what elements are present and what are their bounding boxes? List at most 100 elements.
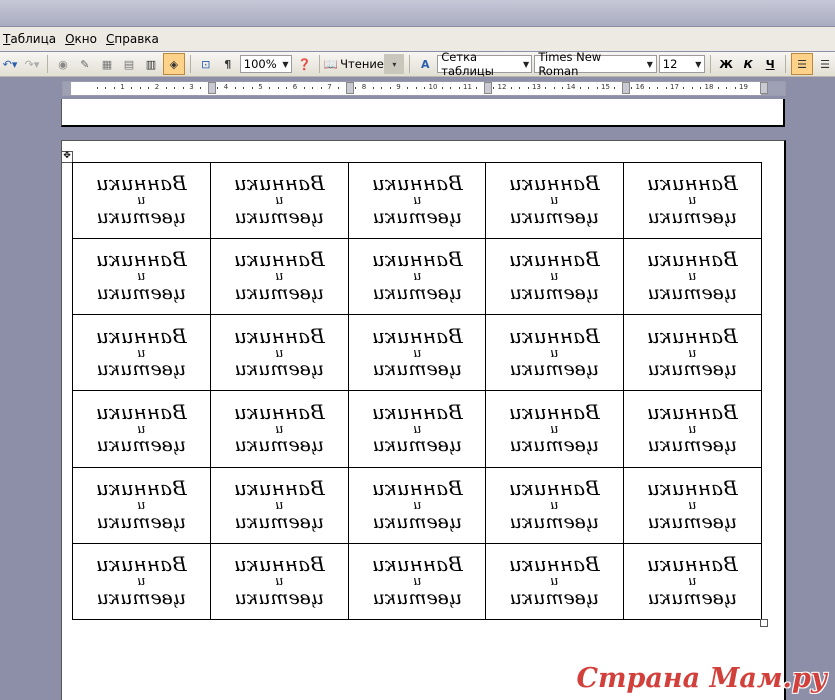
- label-line-1: Ванники: [647, 323, 738, 348]
- show-formatting-icon[interactable]: ¶: [218, 54, 238, 74]
- chevron-down-icon[interactable]: ▼: [521, 56, 531, 72]
- insert-excel-icon[interactable]: ▤: [119, 54, 139, 74]
- table-cell[interactable]: Ванники и цветики: [72, 542, 211, 621]
- table-cell[interactable]: Ванники и цветики: [485, 161, 625, 240]
- ruler-tick-dot: [519, 87, 521, 89]
- table-resize-handle[interactable]: [760, 619, 768, 627]
- label-line-1: Ванники: [96, 552, 187, 577]
- chevron-down-icon[interactable]: ▼: [644, 56, 656, 72]
- styles-icon[interactable]: A: [415, 54, 435, 74]
- mirrored-label: Ванники и цветики: [234, 476, 325, 533]
- label-line-3: цветики: [510, 586, 600, 609]
- table-cell[interactable]: Ванники и цветики: [623, 314, 762, 392]
- table-cell[interactable]: Ванники и цветики: [623, 238, 762, 316]
- label-line-1: Ванники: [96, 323, 187, 348]
- mirrored-label: Ванники и цветики: [509, 476, 600, 533]
- mirrored-label: Ванники и цветики: [372, 552, 463, 609]
- label-line-3: цветики: [234, 205, 324, 228]
- table-cell[interactable]: Ванники и цветики: [209, 238, 349, 316]
- ruler-column-marker[interactable]: [208, 82, 216, 94]
- chevron-down-icon[interactable]: ▼: [279, 56, 291, 72]
- table-cell[interactable]: Ванники и цветики: [485, 390, 625, 468]
- ruler-column-marker[interactable]: [622, 82, 630, 94]
- table-cell[interactable]: Ванники и цветики: [623, 161, 762, 240]
- undo-icon[interactable]: ↶▾: [0, 54, 20, 74]
- table-cell[interactable]: Ванники и цветики: [72, 314, 211, 392]
- menu-table[interactable]: Таблица: [0, 32, 62, 46]
- document-map-icon[interactable]: ⊡: [196, 54, 216, 74]
- table-cell[interactable]: Ванники и цветики: [623, 390, 762, 468]
- chevron-down-icon[interactable]: ▼: [692, 56, 704, 72]
- drawing-icon[interactable]: ◈: [162, 53, 185, 75]
- table-cell[interactable]: Ванники и цветики: [623, 466, 762, 544]
- table-row: Ванники и цветики Ванники и цветики Ванники и цв…: [72, 238, 762, 316]
- label-line-3: цветики: [234, 510, 324, 533]
- table-cell[interactable]: Ванники и цветики: [347, 238, 487, 316]
- menu-help[interactable]: Справка: [103, 32, 165, 46]
- ruler-tick-dot: [562, 87, 564, 89]
- ruler-column-marker[interactable]: [346, 82, 354, 94]
- table-cell[interactable]: Ванники и цветики: [485, 314, 625, 392]
- toolbar-separator: [319, 55, 321, 73]
- ruler-tick-dot: [441, 87, 443, 89]
- italic-button[interactable]: К: [738, 54, 758, 74]
- reading-mode-label: Чтение: [340, 57, 384, 71]
- table-cell[interactable]: Ванники и цветики: [347, 314, 487, 392]
- mirrored-label: Ванники и цветики: [647, 171, 738, 228]
- ruler-tick-dot: [105, 87, 107, 89]
- font-combo[interactable]: Times New Roman ▼: [534, 50, 657, 78]
- underline-button[interactable]: Ч: [760, 54, 780, 74]
- label-line-1: Ванники: [371, 399, 463, 424]
- table-cell[interactable]: Ванники и цветики: [72, 161, 211, 240]
- hyperlink-icon[interactable]: ◉: [53, 54, 73, 74]
- table-cell[interactable]: Ванники и цветики: [347, 161, 487, 240]
- table-cell[interactable]: Ванники и цветики: [72, 390, 211, 468]
- ruler-tick-dot: [588, 87, 590, 89]
- menu-window[interactable]: Окно: [62, 32, 103, 46]
- table-cell[interactable]: Ванники и цветики: [209, 390, 349, 468]
- ruler-tick-label: 14: [566, 83, 576, 91]
- ruler-tick-dot: [381, 87, 383, 89]
- table-cell[interactable]: Ванники и цветики: [209, 466, 349, 544]
- table-cell[interactable]: Ванники и цветики: [347, 390, 487, 468]
- align-left-icon[interactable]: ☰: [791, 53, 814, 75]
- mirrored-label: Ванники и цветики: [509, 552, 600, 609]
- ruler-column-marker[interactable]: [484, 82, 492, 94]
- table-cell[interactable]: Ванники и цветики: [209, 314, 349, 392]
- zoom-combo[interactable]: 100% ▼: [239, 55, 293, 73]
- columns-icon[interactable]: ▥: [141, 54, 161, 74]
- align-center-icon[interactable]: ☰: [815, 54, 835, 74]
- redo-icon[interactable]: ↷▾: [22, 54, 42, 74]
- insert-table-icon[interactable]: ▦: [97, 54, 117, 74]
- table-cell[interactable]: Ванники и цветики: [209, 161, 349, 240]
- table-cell[interactable]: Ванники и цветики: [485, 238, 625, 316]
- bold-button[interactable]: Ж: [716, 54, 736, 74]
- table-cell[interactable]: Ванники и цветики: [72, 238, 211, 316]
- table-cell[interactable]: Ванники и цветики: [72, 466, 211, 544]
- table-cell[interactable]: Ванники и цветики: [347, 542, 487, 621]
- style-combo[interactable]: Сетка таблицы ▼: [437, 50, 533, 78]
- table-cell[interactable]: Ванники и цветики: [485, 542, 625, 621]
- ruler-tick-dot: [657, 87, 659, 89]
- ruler-tick-dot: [631, 87, 633, 89]
- label-line-1: Ванники: [371, 247, 463, 272]
- table-cell[interactable]: Ванники и цветики: [485, 466, 625, 544]
- ruler-tick-label: 15: [601, 83, 610, 91]
- toolbar-options-icon[interactable]: ▾: [384, 54, 405, 74]
- reading-mode-button[interactable]: 📖 Чтение: [324, 54, 384, 74]
- label-line-3: цветики: [510, 510, 600, 533]
- ruler-tick-label: 6: [292, 83, 298, 91]
- table-cell[interactable]: Ванники и цветики: [347, 466, 487, 544]
- help-icon[interactable]: ❓: [294, 54, 314, 74]
- toolbar-separator: [785, 55, 787, 73]
- table-cell[interactable]: Ванники и цветики: [623, 542, 762, 621]
- mirrored-label: Ванники и цветики: [234, 171, 325, 228]
- tables-borders-icon[interactable]: ✎: [75, 54, 95, 74]
- ruler-tick-dot: [579, 87, 581, 89]
- toolbar-separator: [189, 55, 191, 73]
- horizontal-ruler[interactable]: 1 2 3 4 5 6 7 8 9 10 11 12 13 14 15 16 17 18 19: [0, 77, 835, 99]
- ruler-column-marker[interactable]: [760, 82, 768, 94]
- table-cell[interactable]: Ванники и цветики: [209, 542, 349, 621]
- font-size-combo[interactable]: 12 ▼: [658, 55, 706, 73]
- ruler-tick-label: 1: [120, 83, 125, 91]
